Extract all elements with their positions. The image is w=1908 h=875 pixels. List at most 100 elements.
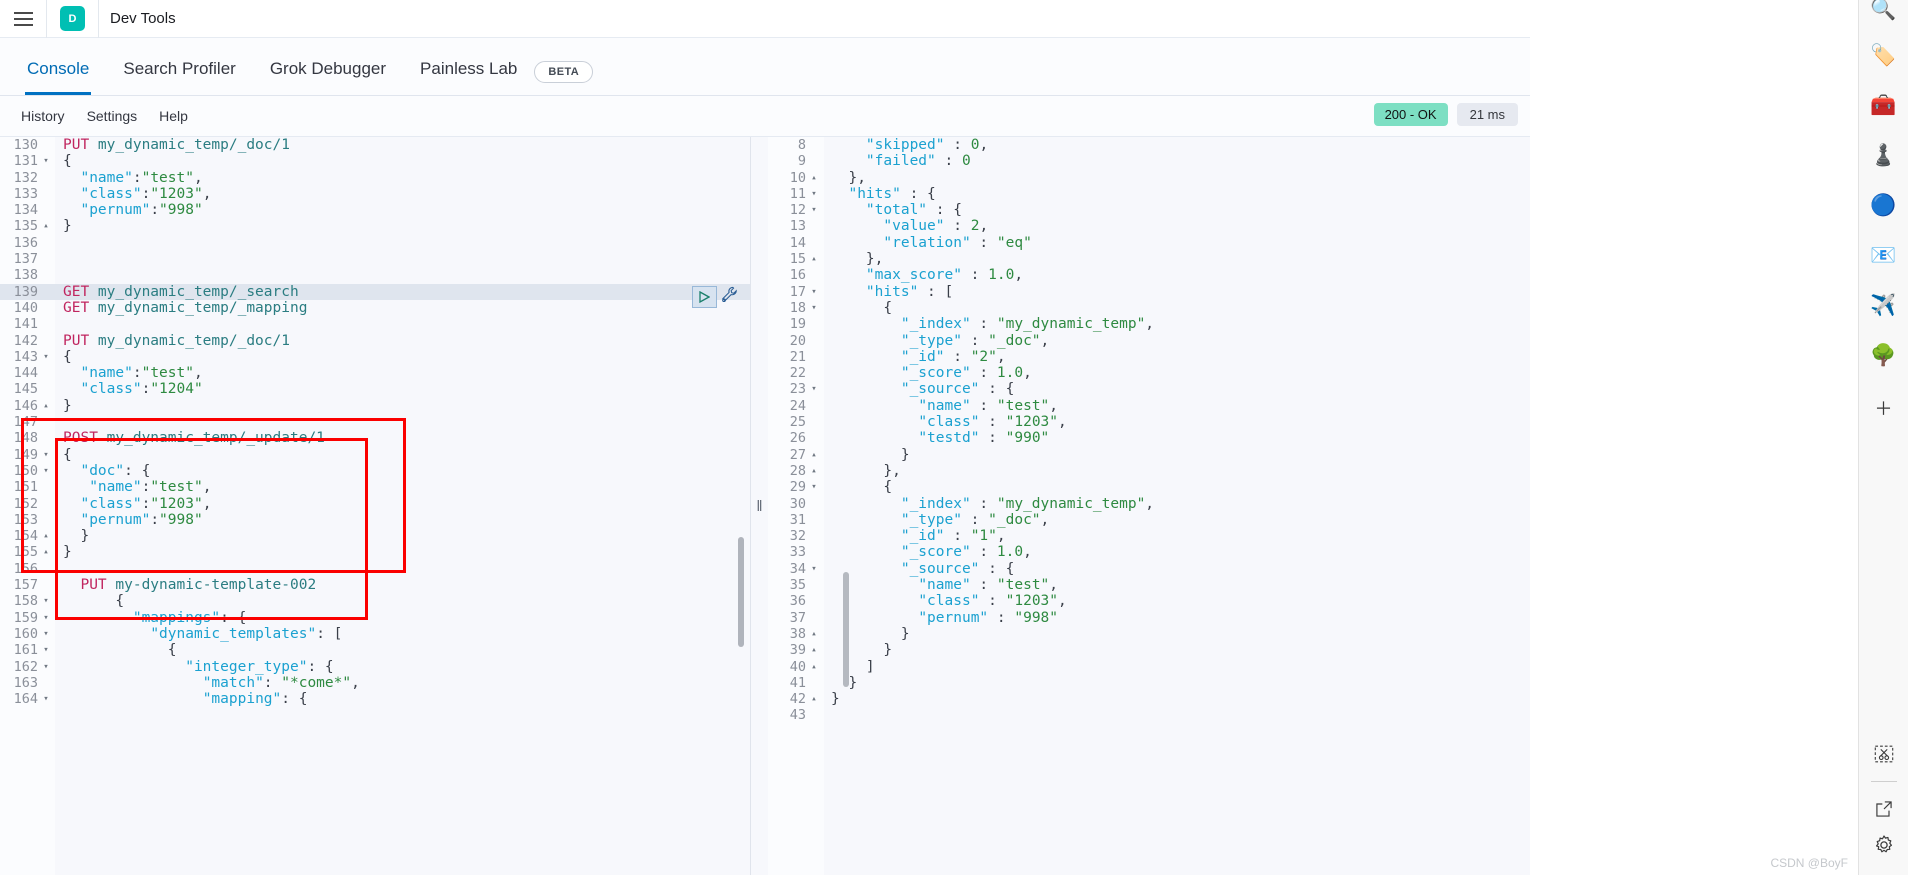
code-line[interactable]: 43 [768,707,1530,723]
code-line[interactable]: 11 ▾ "hits" : { [768,186,1530,202]
code-line[interactable]: 130 PUT my_dynamic_temp/_doc/1 [0,137,750,153]
fold-toggle-icon[interactable]: ▾ [38,610,54,626]
code-line[interactable]: 19 "_index" : "my_dynamic_temp", [768,316,1530,332]
code-line[interactable]: 10 ▴ }, [768,170,1530,186]
chess-icon[interactable]: ♟️ [1859,138,1908,174]
code-line[interactable]: 153 "pernum":"998" [0,512,750,528]
code-line[interactable]: 12 ▾ "total" : { [768,202,1530,218]
screenshot-icon[interactable] [1859,736,1908,772]
code-line[interactable]: 138 [0,267,750,283]
code-line[interactable]: 139 GET my_dynamic_temp/_search [0,283,750,300]
fold-toggle-icon[interactable]: ▴ [806,626,822,642]
fold-toggle-icon[interactable]: ▴ [806,447,822,463]
code-line[interactable]: 156 [0,561,750,577]
fold-toggle-icon[interactable]: ▴ [806,642,822,658]
code-line[interactable]: 151 "name":"test", [0,479,750,495]
code-line[interactable]: 35 "name" : "test", [768,577,1530,593]
code-line[interactable]: 149 ▾ { [0,447,750,463]
fold-toggle-icon[interactable]: ▾ [38,153,54,169]
wrench-icon[interactable] [720,285,739,309]
fold-toggle-icon[interactable]: ▾ [806,381,822,397]
code-line[interactable]: 13 "value" : 2, [768,218,1530,234]
fold-toggle-icon[interactable]: ▴ [38,218,54,234]
code-line[interactable]: 137 [0,251,750,267]
code-line[interactable]: 23 ▾ "_source" : { [768,381,1530,397]
fold-toggle-icon[interactable]: ▴ [806,463,822,479]
fold-toggle-icon[interactable]: ▴ [38,398,54,414]
code-line[interactable]: 9 "failed" : 0 [768,153,1530,169]
code-line[interactable]: 158 ▾ { [0,593,750,609]
tab-grok-debugger[interactable]: Grok Debugger [253,59,403,95]
submenu-item-settings[interactable]: Settings [76,108,149,124]
code-line[interactable]: 37 "pernum" : "998" [768,610,1530,626]
code-line[interactable]: 150 ▾ "doc": { [0,463,750,479]
code-line[interactable]: 21 "_id" : "2", [768,349,1530,365]
fold-toggle-icon[interactable]: ▴ [806,170,822,186]
tab-search-profiler[interactable]: Search Profiler [106,59,252,95]
code-line[interactable]: 34 ▾ "_source" : { [768,561,1530,577]
code-line[interactable]: 132 "name":"test", [0,170,750,186]
fold-toggle-icon[interactable]: ▾ [38,447,54,463]
fold-toggle-icon[interactable]: ▾ [806,561,822,577]
microsoft365-icon[interactable]: 🔵 [1859,188,1908,224]
fold-toggle-icon[interactable]: ▴ [806,659,822,675]
fold-toggle-icon[interactable]: ▴ [806,251,822,267]
code-line[interactable]: 42 ▴} [768,691,1530,707]
code-line[interactable]: 147 [0,414,750,430]
fold-toggle-icon[interactable]: ▾ [38,659,54,675]
code-line[interactable]: 157 PUT my-dynamic-template-002 [0,577,750,593]
request-editor[interactable]: 130 PUT my_dynamic_temp/_doc/1 131 ▾{132 "n… [0,137,751,875]
code-line[interactable]: 135 ▴} [0,218,750,234]
editor-code[interactable]: 130 PUT my_dynamic_temp/_doc/1 131 ▾{132 "n… [0,137,750,707]
code-line[interactable]: 40 ▴ ] [768,659,1530,675]
code-line[interactable]: 142 PUT my_dynamic_temp/_doc/1 [0,333,750,349]
code-line[interactable]: 144 "name":"test", [0,365,750,381]
code-line[interactable]: 26 "testd" : "990" [768,430,1530,446]
code-line[interactable]: 163 "match": "*come*", [0,675,750,691]
code-line[interactable]: 20 "_type" : "_doc", [768,333,1530,349]
code-line[interactable]: 28 ▴ }, [768,463,1530,479]
code-line[interactable]: 31 "_type" : "_doc", [768,512,1530,528]
tab-console[interactable]: Console [10,59,106,95]
code-line[interactable]: 133 "class":"1203", [0,186,750,202]
code-line[interactable]: 148 POST my_dynamic_temp/_update/1 [0,430,750,446]
code-line[interactable]: 39 ▴ } [768,642,1530,658]
code-line[interactable]: 136 [0,235,750,251]
outlook-icon[interactable]: 📧 [1859,238,1908,274]
code-line[interactable]: 131 ▾ { [0,153,750,169]
code-line[interactable]: 8 "skipped" : 0, [768,137,1530,153]
code-line[interactable]: 18 ▾ { [768,300,1530,316]
code-line[interactable]: 36 "class" : "1203", [768,593,1530,609]
code-line[interactable]: 146 ▴} [0,398,750,414]
open-external-icon[interactable] [1859,791,1908,827]
fold-toggle-icon[interactable]: ▾ [38,349,54,365]
search-icon[interactable]: 🔍 [1859,0,1908,28]
code-line[interactable]: 17 ▾ "hits" : [ [768,284,1530,300]
response-viewer[interactable]: 8 "skipped" : 0, 9 "failed" : 0 10 ▴ }, 11 ▾ … [768,137,1530,875]
code-line[interactable]: 164 ▾ "mapping": { [0,691,750,707]
code-line[interactable]: 30 "_index" : "my_dynamic_temp", [768,496,1530,512]
toolbox-icon[interactable]: 🧰 [1859,88,1908,124]
code-line[interactable]: 41 } [768,675,1530,691]
code-line[interactable]: 29 ▾ { [768,479,1530,495]
send-request-button[interactable] [692,286,717,308]
submenu-item-help[interactable]: Help [148,108,199,124]
code-line[interactable]: 24 "name" : "test", [768,398,1530,414]
fold-toggle-icon[interactable]: ▾ [806,284,822,300]
fold-toggle-icon[interactable]: ▾ [806,300,822,316]
code-line[interactable]: 25 "class" : "1203", [768,414,1530,430]
code-line[interactable]: 143 ▾ { [0,349,750,365]
response-scrollbar[interactable] [843,572,849,687]
fold-toggle-icon[interactable]: ▾ [38,593,54,609]
code-line[interactable]: 162 ▾ "integer_type": { [0,659,750,675]
tree-icon[interactable]: 🌳 [1859,338,1908,374]
code-line[interactable]: 152 "class":"1203", [0,496,750,512]
code-line[interactable]: 145 "class":"1204" [0,381,750,397]
fold-toggle-icon[interactable]: ▾ [806,202,822,218]
code-line[interactable]: 15 ▴ }, [768,251,1530,267]
tab-painless-lab[interactable]: Painless Lab [403,59,534,95]
code-line[interactable]: 159 ▾ "mappings": { [0,610,750,626]
fold-toggle-icon[interactable]: ▾ [806,479,822,495]
fold-toggle-icon[interactable]: ▴ [38,528,54,544]
code-line[interactable]: 155 ▴} [0,544,750,560]
